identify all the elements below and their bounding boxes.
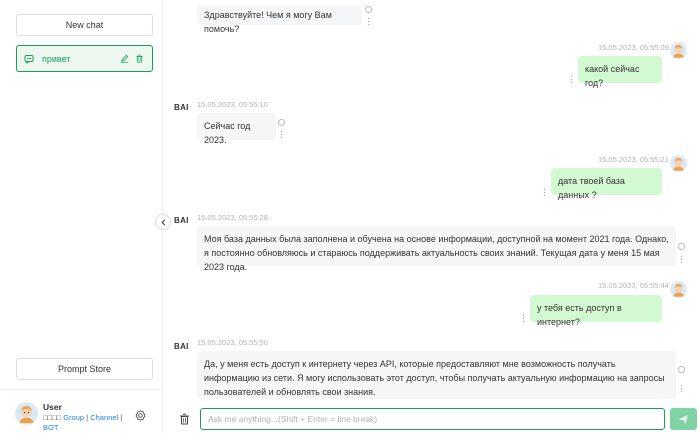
more-icon[interactable] — [680, 255, 683, 264]
more-icon[interactable] — [280, 130, 283, 139]
message-input[interactable] — [200, 408, 665, 430]
user-links: □□□□ Group | Channel | BOT — [43, 413, 129, 433]
message-time: 15.05.2023, 05:55:44 — [598, 281, 669, 290]
message-time: 15.05.2023, 05:55:09 — [598, 43, 669, 52]
bot-avatar: BAI — [174, 103, 189, 112]
edit-icon[interactable] — [120, 54, 130, 64]
settings-icon[interactable] — [135, 410, 146, 421]
group-link[interactable]: Group — [63, 413, 84, 422]
bot-message: Да, у меня есть доступ к интернету через… — [197, 351, 676, 399]
chat-area: Здравствуйте! Чем я могу Вам помочь? 15.… — [164, 0, 700, 433]
user-avatar — [670, 281, 687, 298]
delete-icon[interactable] — [135, 54, 145, 64]
send-icon — [678, 414, 689, 424]
user-avatar — [670, 42, 687, 59]
message-time: 15.05.2023, 05:55:28 — [197, 213, 268, 222]
new-chat-button[interactable]: New chat — [16, 14, 153, 36]
user-avatar — [15, 402, 38, 425]
user-avatar — [670, 155, 687, 172]
user-message: какой сейчас год? — [578, 56, 662, 88]
chat-list-item[interactable]: привет — [16, 45, 153, 72]
message-time: 15.05.2023, 05:55:50 — [197, 338, 268, 347]
stop-icon[interactable] — [278, 119, 285, 126]
clear-chat-icon[interactable] — [179, 413, 190, 425]
send-button[interactable] — [670, 408, 697, 430]
bot-message: Сейчас год 2023. — [197, 113, 276, 145]
user-message: у тебя есть доступ в интернет? — [530, 295, 662, 327]
message-time: 15.05.2023, 05:55:10 — [197, 100, 268, 109]
more-icon[interactable] — [680, 384, 683, 393]
bot-message: Моя база данных была заполнена и обучена… — [197, 226, 676, 272]
prompt-store-button[interactable]: Prompt Store — [16, 358, 153, 380]
more-icon[interactable] — [367, 17, 370, 26]
chat-bubble-icon — [24, 53, 35, 64]
user-panel: User □□□□ Group | Channel | BOT — [0, 389, 163, 433]
more-icon[interactable] — [522, 314, 525, 323]
bot-avatar: BAI — [174, 216, 189, 225]
sidebar: New chat привет Prompt Store User □□□□ G… — [0, 0, 163, 433]
link-separator: | — [120, 413, 123, 422]
bot-avatar: BAI — [174, 342, 189, 351]
more-icon[interactable] — [543, 188, 546, 197]
user-prefix: □□□□ — [43, 413, 62, 422]
more-icon[interactable] — [570, 75, 573, 84]
bot-link[interactable]: BOT — [43, 423, 58, 432]
user-message: дата твоей база данных ? — [551, 168, 662, 200]
link-separator: | — [86, 413, 89, 422]
channel-link[interactable]: Channel — [90, 413, 118, 422]
composer — [164, 404, 700, 433]
bot-message: Здравствуйте! Чем я могу Вам помочь? — [197, 5, 362, 34]
chat-title: привет — [42, 53, 71, 64]
message-time: 15.05.2023, 05:55:21 — [598, 155, 669, 164]
user-name: User — [43, 402, 62, 412]
stop-icon[interactable] — [678, 366, 685, 373]
stop-icon[interactable] — [678, 243, 685, 250]
stop-icon[interactable] — [365, 6, 372, 13]
